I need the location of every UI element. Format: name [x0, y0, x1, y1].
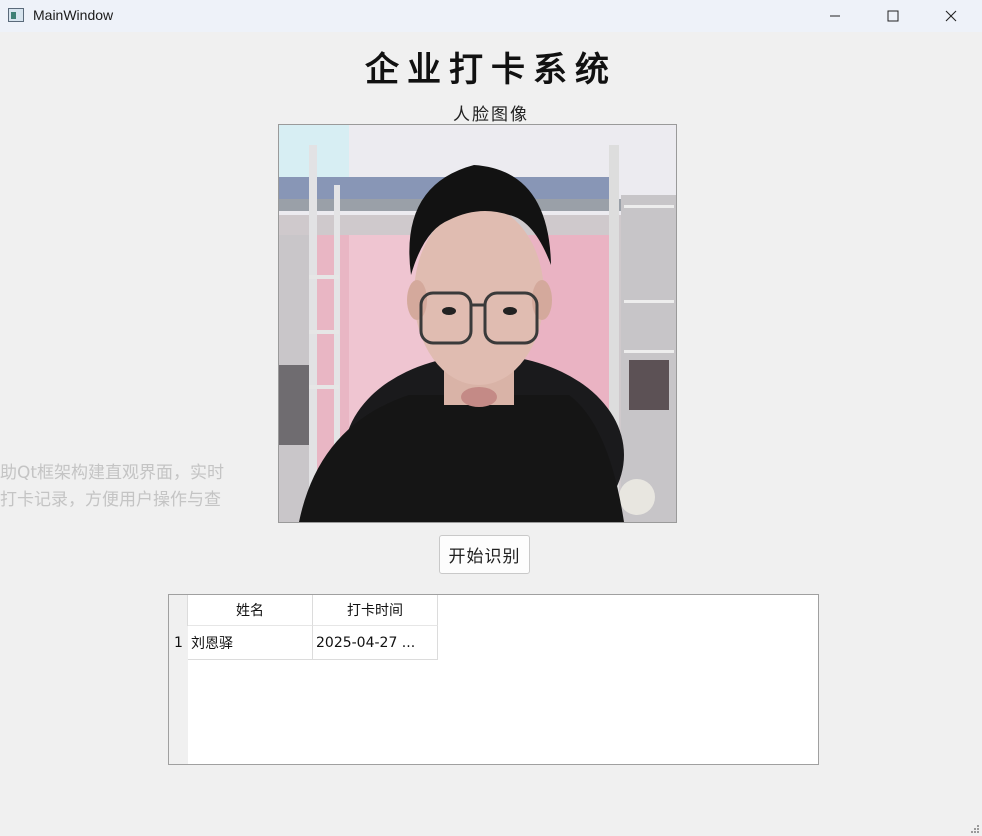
row-header[interactable]: 1 [169, 626, 188, 660]
background-description-line: 助Qt框架构建直观界面，实时 [0, 463, 225, 483]
table-cell-name[interactable]: 刘恩驿 [188, 626, 313, 660]
background-description-text: 助Qt框架构建直观界面，实时 打卡记录，方便用户操作与查 [0, 460, 278, 514]
close-button[interactable] [922, 0, 980, 32]
start-recognition-button[interactable]: 开始识别 [439, 535, 530, 574]
close-icon [945, 10, 957, 22]
title-bar[interactable]: MainWindow [0, 0, 982, 32]
table-cell-time[interactable]: 2025-04-27 ... [313, 626, 438, 660]
camera-frame-image [279, 125, 676, 522]
background-description-line: 打卡记录，方便用户操作与查 [0, 490, 221, 510]
face-image-label: 人脸图像 [453, 105, 529, 125]
page-title: 企业打卡系统 [365, 50, 617, 90]
main-window: MainWindow 企业打卡系统 人脸图像 助Qt框架构建直观界面，实时 打卡… [0, 0, 982, 836]
minimize-button[interactable] [806, 0, 864, 32]
window-title: MainWindow [33, 7, 114, 23]
minimize-icon [830, 15, 840, 17]
maximize-icon [887, 10, 899, 22]
column-header-time[interactable]: 打卡时间 [313, 595, 438, 626]
table-corner-button[interactable] [169, 595, 188, 626]
face-camera-view [278, 124, 677, 523]
app-window-icon [8, 8, 24, 22]
maximize-button[interactable] [864, 0, 922, 32]
attendance-table[interactable]: 姓名 打卡时间 1 刘恩驿 2025-04-27 ... [168, 594, 819, 765]
column-header-name[interactable]: 姓名 [188, 595, 313, 626]
resize-grip-icon[interactable] [970, 824, 980, 834]
